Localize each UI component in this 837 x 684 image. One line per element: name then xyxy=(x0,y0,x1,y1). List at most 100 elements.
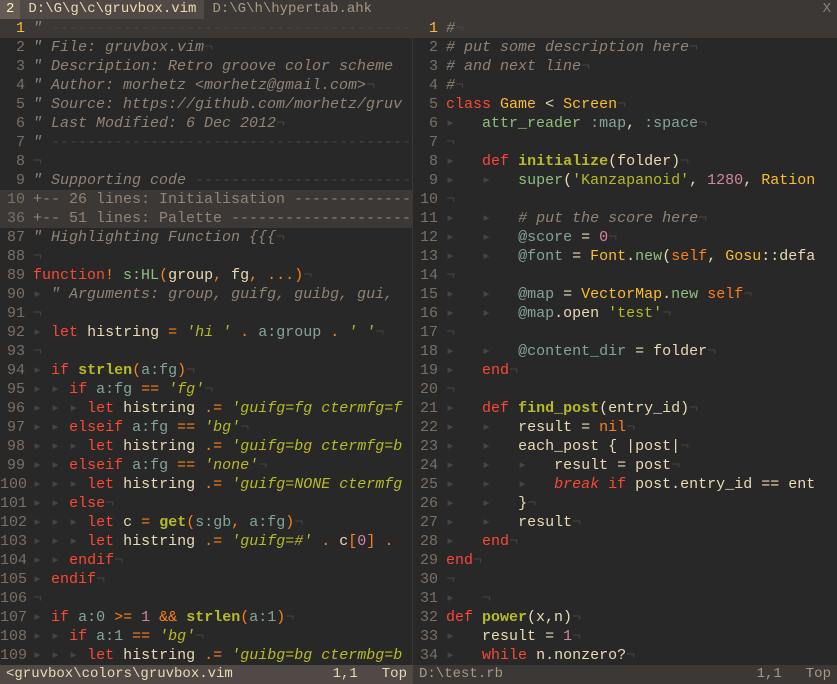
code-line[interactable]: ▸ end¬ xyxy=(446,361,837,380)
code-line[interactable]: " Source: https://github.com/morhetz/gru… xyxy=(33,95,412,114)
code-line[interactable]: ¬ xyxy=(446,570,837,589)
code-line[interactable]: +-- 26 lines: Initialisation -----------… xyxy=(33,190,412,209)
gutter: 95 xyxy=(0,380,33,399)
code-line[interactable]: #¬ xyxy=(446,76,837,95)
tab-count: 2 xyxy=(0,0,20,19)
code-line[interactable]: +-- 51 lines: Palette ------------------… xyxy=(33,209,412,228)
code-line[interactable]: ▸ def find_post(entry_id)¬ xyxy=(446,399,837,418)
code-line[interactable]: " Highlighting Function {{{¬ xyxy=(33,228,412,247)
code-line[interactable]: " Description: Retro groove color scheme xyxy=(33,57,412,76)
code-line[interactable]: ▸ end¬ xyxy=(446,532,837,551)
code-line[interactable]: ▸ " Arguments: group, guifg, guibg, gui, xyxy=(33,285,412,304)
code-line[interactable]: " File: gruvbox.vim¬ xyxy=(33,38,412,57)
code-line[interactable]: ▸ ▸ @score = 0¬ xyxy=(446,228,837,247)
code-line[interactable]: " Author: morhetz <morhetz@gmail.com>¬ xyxy=(33,76,412,95)
code-line[interactable]: ▸ ▸ elseif a:fg == 'none'¬ xyxy=(33,456,412,475)
code-line[interactable]: ¬ xyxy=(446,190,837,209)
gutter: 89 xyxy=(0,266,33,285)
code-line[interactable]: ▸ ▸ endif¬ xyxy=(33,551,412,570)
gutter: 20 xyxy=(413,380,446,399)
gutter: 87 xyxy=(0,228,33,247)
code-line[interactable]: # put some description here¬ xyxy=(446,38,837,57)
code-line[interactable]: def power(x,n)¬ xyxy=(446,608,837,627)
code-line[interactable]: ▸ if a:0 >= 1 && strlen(a:1)¬ xyxy=(33,608,412,627)
gutter: 97 xyxy=(0,418,33,437)
code-line[interactable]: " --------------------------------------… xyxy=(33,19,412,38)
code-line[interactable]: ▸ ▸ each_post { |post|¬ xyxy=(446,437,837,456)
code-line[interactable]: ▸ ▸ if a:fg == 'fg'¬ xyxy=(33,380,412,399)
code-line[interactable]: ▸ ▸ @font = Font.new(self, Gosu::defa xyxy=(446,247,837,266)
tab-0[interactable]: D:\G\g\c\gruvbox.vim xyxy=(20,0,204,19)
code-line[interactable]: ▸ ▸ # put the score here¬ xyxy=(446,209,837,228)
code-line[interactable]: ▸ attr_reader :map, :space¬ xyxy=(446,114,837,133)
left-pane[interactable]: 1" -------------------------------------… xyxy=(0,19,413,665)
code-line[interactable]: ▸ ▸ @map.open 'test'¬ xyxy=(446,304,837,323)
code-line[interactable]: ▸ if strlen(a:fg)¬ xyxy=(33,361,412,380)
code-line[interactable]: class Game < Screen¬ xyxy=(446,95,837,114)
gutter: 22 xyxy=(413,418,446,437)
code-line[interactable]: ▸ ▸ elseif a:fg == 'bg'¬ xyxy=(33,418,412,437)
code-line[interactable]: ▸ result = 1¬ xyxy=(446,627,837,646)
left-code[interactable]: 1" -------------------------------------… xyxy=(0,19,412,665)
code-line[interactable]: ¬ xyxy=(446,323,837,342)
code-line[interactable]: ▸ let histring = 'hi ' . a:group . ' '¬ xyxy=(33,323,412,342)
code-line[interactable]: " Last Modified: 6 Dec 2012¬ xyxy=(33,114,412,133)
code-line[interactable]: ▸ ▸ ▸ let histring .= 'guifg=#' . c[0] . xyxy=(33,532,412,551)
code-line[interactable]: ▸ ▸ ▸ let histring .= 'guifg=fg ctermfg=… xyxy=(33,399,412,418)
right-pane[interactable]: 1#¬2# put some description here¬3# and n… xyxy=(413,19,837,665)
code-line[interactable]: ¬ xyxy=(33,304,412,323)
gutter: 23 xyxy=(413,437,446,456)
code-line[interactable]: #¬ xyxy=(446,19,837,38)
gutter: 101 xyxy=(0,494,33,513)
status-pct: Top xyxy=(382,665,407,684)
code-line[interactable]: ▸ ▸ ▸ result = post¬ xyxy=(446,456,837,475)
code-line[interactable]: ¬ xyxy=(446,266,837,285)
gutter: 5 xyxy=(0,95,33,114)
gutter: 102 xyxy=(0,513,33,532)
gutter: 13 xyxy=(413,247,446,266)
code-line[interactable]: end¬ xyxy=(446,551,837,570)
code-line[interactable]: # and next line¬ xyxy=(446,57,837,76)
code-line[interactable]: ▸ ▸ @map = VectorMap.new self¬ xyxy=(446,285,837,304)
code-line[interactable]: ▸ ▸ }¬ xyxy=(446,494,837,513)
code-line[interactable]: ▸ ▸ else¬ xyxy=(33,494,412,513)
gutter: 5 xyxy=(413,95,446,114)
code-line[interactable]: ▸ endif¬ xyxy=(33,570,412,589)
gutter: 33 xyxy=(413,627,446,646)
code-line[interactable]: ▸ ▸ ▸ break if post.entry_id == ent xyxy=(446,475,837,494)
gutter: 25 xyxy=(413,475,446,494)
gutter: 103 xyxy=(0,532,33,551)
gutter: 28 xyxy=(413,532,446,551)
code-line[interactable]: ▸ ▸ ▸ let c = get(s:gb, a:fg)¬ xyxy=(33,513,412,532)
code-line[interactable]: ¬ xyxy=(446,133,837,152)
gutter: 31 xyxy=(413,589,446,608)
code-line[interactable]: ¬ xyxy=(33,342,412,361)
code-line[interactable]: ▸ ¬ xyxy=(446,589,837,608)
code-line[interactable]: ▸ def initialize(folder)¬ xyxy=(446,152,837,171)
tab-1[interactable]: D:\G\h\hypertab.ahk xyxy=(204,0,380,19)
code-line[interactable]: ▸ ▸ @content_dir = folder¬ xyxy=(446,342,837,361)
code-line[interactable]: ▸ ▸ result¬ xyxy=(446,513,837,532)
code-line[interactable]: ¬ xyxy=(446,380,837,399)
right-code[interactable]: 1#¬2# put some description here¬3# and n… xyxy=(413,19,837,665)
code-line[interactable]: " --------------------------------------… xyxy=(33,133,412,152)
code-line[interactable]: ▸ while n.nonzero?¬ xyxy=(446,646,837,665)
code-line[interactable]: ▸ ▸ result = nil¬ xyxy=(446,418,837,437)
code-line[interactable]: ¬ xyxy=(33,152,412,171)
close-icon[interactable]: X xyxy=(817,0,837,19)
code-line[interactable]: ▸ ▸ ▸ let histring .= 'guifg=bg ctermfg=… xyxy=(33,437,412,456)
code-line[interactable]: ▸ ▸ if a:1 == 'bg'¬ xyxy=(33,627,412,646)
code-line[interactable]: ▸ ▸ ▸ let histring .= 'guifg=NONE ctermf… xyxy=(33,475,412,494)
code-line[interactable]: ▸ ▸ super('Kanzapanoid', 1280, Ration xyxy=(446,171,837,190)
code-line[interactable]: " Supporting code ----------------------… xyxy=(33,171,412,190)
code-line[interactable]: ¬ xyxy=(33,247,412,266)
tab-bar: 2 D:\G\g\c\gruvbox.vimD:\G\h\hypertab.ah… xyxy=(0,0,837,19)
gutter: 96 xyxy=(0,399,33,418)
gutter: 1 xyxy=(413,19,446,38)
status-file: D:\test.rb xyxy=(419,665,503,684)
gutter: 9 xyxy=(0,171,33,190)
gutter: 15 xyxy=(413,285,446,304)
code-line[interactable]: ¬ xyxy=(33,589,412,608)
code-line[interactable]: ▸ ▸ ▸ let histring .= 'guibg=bg ctermbg=… xyxy=(33,646,412,665)
code-line[interactable]: function! s:HL(group, fg, ...)¬ xyxy=(33,266,412,285)
